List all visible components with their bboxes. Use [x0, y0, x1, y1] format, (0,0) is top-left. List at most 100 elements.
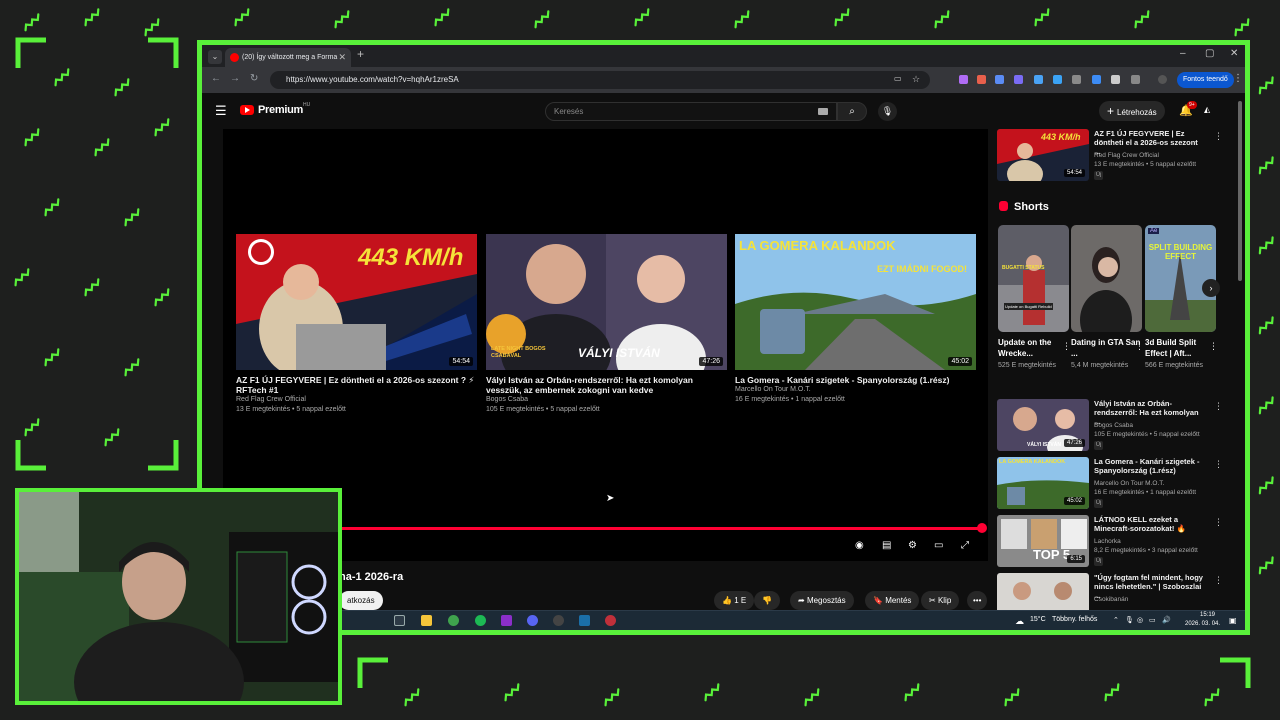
app-icon[interactable] [605, 615, 616, 626]
task-view-icon[interactable] [394, 615, 405, 626]
theater-mode-icon[interactable]: ▭ [934, 540, 943, 551]
extension-icon[interactable] [995, 75, 1004, 84]
close-window-button[interactable]: ✕ [1230, 48, 1238, 59]
sidebar-thumbnail[interactable]: 443 KM/h 54:54 [997, 129, 1089, 181]
search-button[interactable]: ⌕ [837, 102, 867, 121]
short-thumbnail[interactable]: Ae SPLIT BUILDING EFFECT [1145, 225, 1216, 332]
steam-icon[interactable] [579, 615, 590, 626]
back-arrow-icon[interactable]: ← [211, 73, 221, 84]
volume-icon[interactable]: 🔊 [1162, 616, 1171, 624]
create-button[interactable]: + Létrehozás [1099, 101, 1165, 121]
extensions-puzzle-icon[interactable] [1131, 75, 1140, 84]
scrollbar-thumb[interactable] [1238, 101, 1242, 281]
profile-avatar-icon[interactable] [1158, 75, 1167, 84]
autoplay-toggle-icon[interactable]: ◉ [855, 540, 864, 551]
sidebar-video-channel[interactable]: Bogos Csaba [1094, 421, 1209, 430]
shorts-next-button[interactable]: › [1202, 279, 1220, 297]
sidebar-thumbnail[interactable]: LA GOMERA KALANDOK 45:02 [997, 457, 1089, 509]
more-actions-button[interactable]: ••• [967, 591, 988, 610]
page-scrollbar[interactable] [1237, 93, 1243, 613]
tray-overflow-chevron-icon[interactable]: ⌃ [1113, 616, 1119, 624]
clock-date[interactable]: 2026. 03. 04. [1185, 621, 1220, 627]
obs-icon[interactable] [553, 615, 564, 626]
browser-tab-active[interactable]: (20) Így változott meg a Forma ✕ [225, 48, 351, 67]
nzxt-icon[interactable] [501, 615, 512, 626]
short-title[interactable]: Update on the Wrecke... [998, 337, 1069, 359]
youtube-logo-icon[interactable] [240, 105, 254, 115]
minimize-button[interactable]: – [1180, 48, 1186, 59]
tab-close-icon[interactable]: ✕ [338, 48, 346, 67]
short-title[interactable]: Dating in GTA San ... [1071, 337, 1142, 359]
tab-search-button[interactable]: ⌄ [208, 50, 222, 64]
clip-button[interactable]: ✂ Klip [921, 591, 960, 610]
endscreen-video-2[interactable]: LATE NIGHT BOGOS CSABÁVAL VÁLYI ISTVÁN 4… [486, 234, 727, 415]
profile-button[interactable]: Fontos teendő [1177, 72, 1234, 88]
more-options-icon[interactable]: ⋮ [1209, 341, 1218, 352]
extension-icon[interactable] [959, 75, 968, 84]
weather-description[interactable]: Többny. felhős [1052, 616, 1097, 623]
extension-icon[interactable] [1053, 75, 1062, 84]
fullscreen-icon[interactable]: ⤢ [961, 540, 969, 551]
microphone-tray-icon[interactable]: 🎙 [1125, 616, 1134, 624]
subtitles-icon[interactable]: ▤ [882, 540, 891, 551]
chrome-menu-icon[interactable]: ⋮ [1233, 73, 1243, 84]
reload-icon[interactable]: ↻ [250, 73, 258, 84]
endscreen-thumbnail[interactable]: LATE NIGHT BOGOS CSABÁVAL VÁLYI ISTVÁN 4… [486, 234, 727, 370]
sidebar-video-channel[interactable]: Lachorka [1094, 537, 1209, 546]
dislike-button[interactable]: 👎 [754, 591, 780, 610]
sidebar-video-title[interactable]: La Gomera - Kanári szigetek - Spanyolors… [1094, 457, 1206, 475]
discord-icon[interactable] [527, 615, 538, 626]
endscreen-video-1[interactable]: 443 KM/h 54:54 AZ F1 ÚJ FEGYVERE | Ez dö… [236, 234, 477, 415]
extension-icon[interactable] [1034, 75, 1043, 84]
weather-temperature[interactable]: 15°C [1030, 616, 1046, 623]
network-icon[interactable]: ◎ [1137, 616, 1143, 624]
sidebar-video[interactable]: VÁLYI ISTVÁN 47:26 Vályi István az Orbán… [997, 399, 1227, 453]
progress-scrubber[interactable] [977, 523, 987, 533]
share-button[interactable]: ➦ Megosztás [790, 591, 854, 610]
extension-icon[interactable] [1092, 75, 1101, 84]
subscribe-button[interactable]: atkozás [339, 591, 383, 610]
chrome-icon[interactable] [448, 615, 459, 626]
sidebar-video[interactable]: TOP 5 6:15 LÁTNOD KELL ezeket a Minecraf… [997, 515, 1227, 569]
endscreen-title[interactable]: La Gomera - Kanári szigetek - Spanyolors… [735, 375, 976, 385]
more-options-icon[interactable]: ⋮ [1214, 575, 1223, 586]
endscreen-video-3[interactable]: LA GOMERA KALANDOK EZT IMÁDNI FOGOD! 45:… [735, 234, 976, 405]
maximize-button[interactable]: ▢ [1205, 48, 1214, 59]
bookmark-star-icon[interactable]: ☆ [912, 74, 920, 85]
more-options-icon[interactable]: ⋮ [1214, 517, 1223, 528]
more-options-icon[interactable]: ⋮ [1062, 341, 1071, 352]
short-item[interactable]: BUGATTI STATUS Update on Bugatti Rebuild… [998, 225, 1071, 371]
endscreen-channel[interactable]: Red Flag Crew Official [236, 395, 477, 405]
display-icon[interactable]: ▭ [1149, 616, 1156, 624]
weather-icon[interactable]: ☁ [1015, 616, 1024, 627]
cast-icon[interactable]: ▭ [894, 74, 902, 83]
save-button[interactable]: 🔖 Mentés [865, 591, 920, 610]
sidebar-video-channel[interactable]: Red Flag Crew Official [1094, 151, 1209, 160]
endscreen-thumbnail[interactable]: LA GOMERA KALANDOK EZT IMÁDNI FOGOD! 45:… [735, 234, 976, 370]
forward-arrow-icon[interactable]: → [230, 73, 240, 84]
voice-search-button[interactable]: 🎙 [878, 102, 897, 121]
sidebar-video-channel[interactable]: Csokibanán [1094, 595, 1209, 604]
short-thumbnail[interactable]: BUGATTI STATUS Update on Bugatti Rebuild [998, 225, 1069, 332]
sidebar-video[interactable]: LA GOMERA KALANDOK 45:02 La Gomera - Kan… [997, 457, 1227, 511]
endscreen-title[interactable]: Vályi István az Orbán-rendszerről: Ha ez… [486, 375, 727, 395]
sidebar-thumbnail[interactable]: VÁLYI ISTVÁN 47:26 [997, 399, 1089, 451]
endscreen-channel[interactable]: Bogos Csaba [486, 395, 727, 405]
short-thumbnail[interactable] [1071, 225, 1142, 332]
sidebar-thumbnail[interactable]: TOP 5 6:15 [997, 515, 1089, 567]
file-explorer-icon[interactable] [421, 615, 432, 626]
more-options-icon[interactable]: ⋮ [1214, 459, 1223, 470]
sidebar-video-title[interactable]: LÁTNOD KELL ezeket a Minecraft-sorozatok… [1094, 515, 1206, 533]
short-title[interactable]: 3d Build Split Effect | Aft... [1145, 337, 1216, 359]
address-bar[interactable]: https://www.youtube.com/watch?v=hqhAr1zr… [270, 71, 930, 89]
extension-icon[interactable] [1072, 75, 1081, 84]
youtube-premium-logo[interactable]: Premium [258, 104, 303, 116]
keyboard-icon[interactable] [818, 108, 828, 115]
sidebar-video-top[interactable]: 443 KM/h 54:54 AZ F1 ÚJ FEGYVERE | Ez dö… [997, 129, 1227, 183]
endscreen-channel[interactable]: Marcello On Tour M.O.T. [735, 385, 976, 395]
new-tab-button[interactable]: + [357, 47, 364, 61]
spotify-icon[interactable] [475, 615, 486, 626]
endscreen-title[interactable]: AZ F1 ÚJ FEGYVERE | Ez döntheti el a 202… [236, 375, 477, 395]
like-button[interactable]: 👍 1 E [714, 591, 755, 610]
short-item[interactable]: Dating in GTA San ... 5,4 M megtekintés … [1071, 225, 1144, 371]
